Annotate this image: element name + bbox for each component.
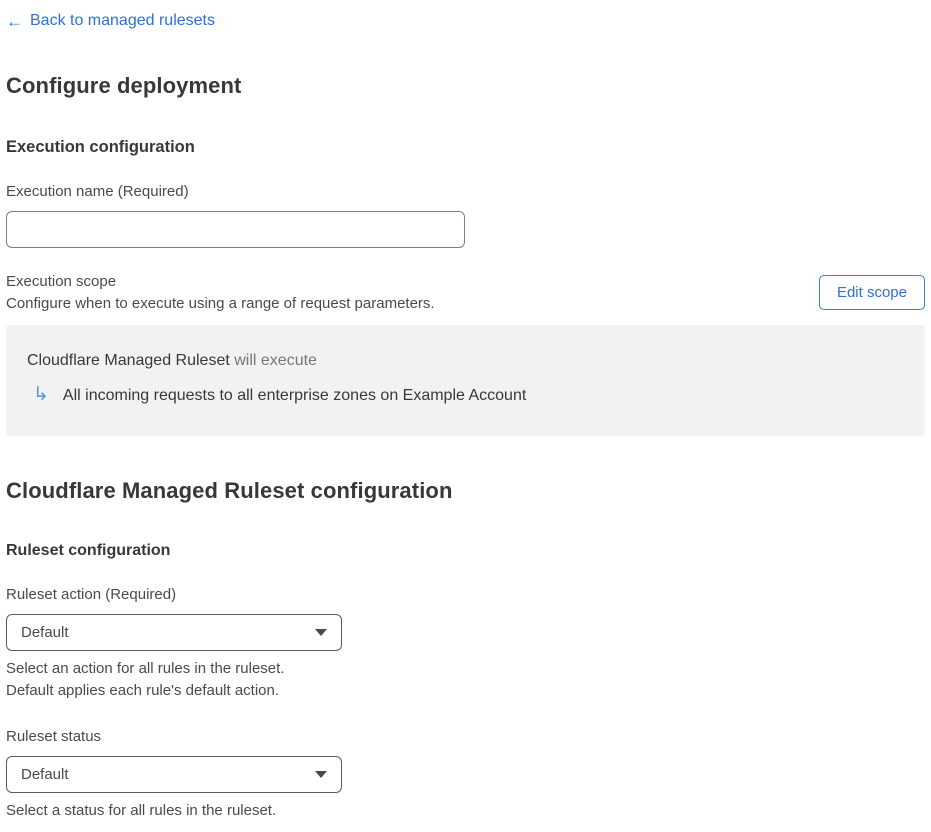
execution-scope-text: Execution scope Configure when to execut… [6, 273, 435, 312]
ruleset-action-label: Ruleset action (Required) [6, 585, 177, 603]
ruleset-configuration-page-heading: Cloudflare Managed Ruleset configuration [6, 477, 453, 503]
ruleset-action-help: Select an action for all rules in the ru… [6, 658, 925, 703]
ruleset-status-help-line-1: Select a status for all rules in the rul… [6, 801, 277, 819]
ruleset-action-selected-value: Default [21, 623, 69, 641]
edit-scope-button[interactable]: Edit scope [818, 274, 925, 310]
configure-deployment-page: ← Back to managed rulesets Configure dep… [0, 0, 931, 832]
ruleset-status-select[interactable]: Default [6, 755, 342, 793]
execution-name-input[interactable] [6, 210, 465, 248]
ruleset-action-select[interactable]: Default [6, 613, 342, 651]
back-link-label: Back to managed rulesets [30, 12, 215, 29]
branch-arrow-icon: ↳ [33, 383, 49, 405]
execution-scope-description: Configure when to execute using a range … [6, 294, 435, 312]
page-title: Configure deployment [6, 72, 242, 98]
ruleset-status-label: Ruleset status [6, 727, 102, 745]
scope-summary-detail: ↳ All incoming requests to all enterpris… [27, 383, 904, 406]
scope-ruleset-name: Cloudflare Managed Ruleset [27, 351, 230, 369]
scope-will-execute-text: will execute [229, 351, 317, 369]
scope-summary-box: Cloudflare Managed Ruleset will execute … [6, 324, 925, 436]
ruleset-action-help-line-1: Select an action for all rules in the ru… [6, 659, 285, 677]
execution-scope-row: Execution scope Configure when to execut… [6, 273, 925, 312]
chevron-down-icon [315, 628, 327, 636]
ruleset-status-help: Select a status for all rules in the rul… [6, 800, 925, 823]
execution-scope-label: Execution scope [6, 272, 117, 290]
ruleset-configuration-subheading: Ruleset configuration [6, 541, 171, 559]
scope-summary-heading: Cloudflare Managed Ruleset will execute [27, 352, 904, 370]
execution-name-label: Execution name (Required) [6, 182, 189, 200]
back-arrow-icon: ← [6, 11, 23, 31]
execution-configuration-heading: Execution configuration [6, 137, 195, 156]
scope-summary-text: All incoming requests to all enterprise … [62, 386, 527, 404]
chevron-down-icon [315, 770, 327, 778]
ruleset-action-help-line-2: Default applies each rule's default acti… [6, 682, 280, 699]
back-to-managed-rulesets-link[interactable]: ← Back to managed rulesets [6, 12, 215, 30]
ruleset-status-selected-value: Default [21, 765, 69, 783]
